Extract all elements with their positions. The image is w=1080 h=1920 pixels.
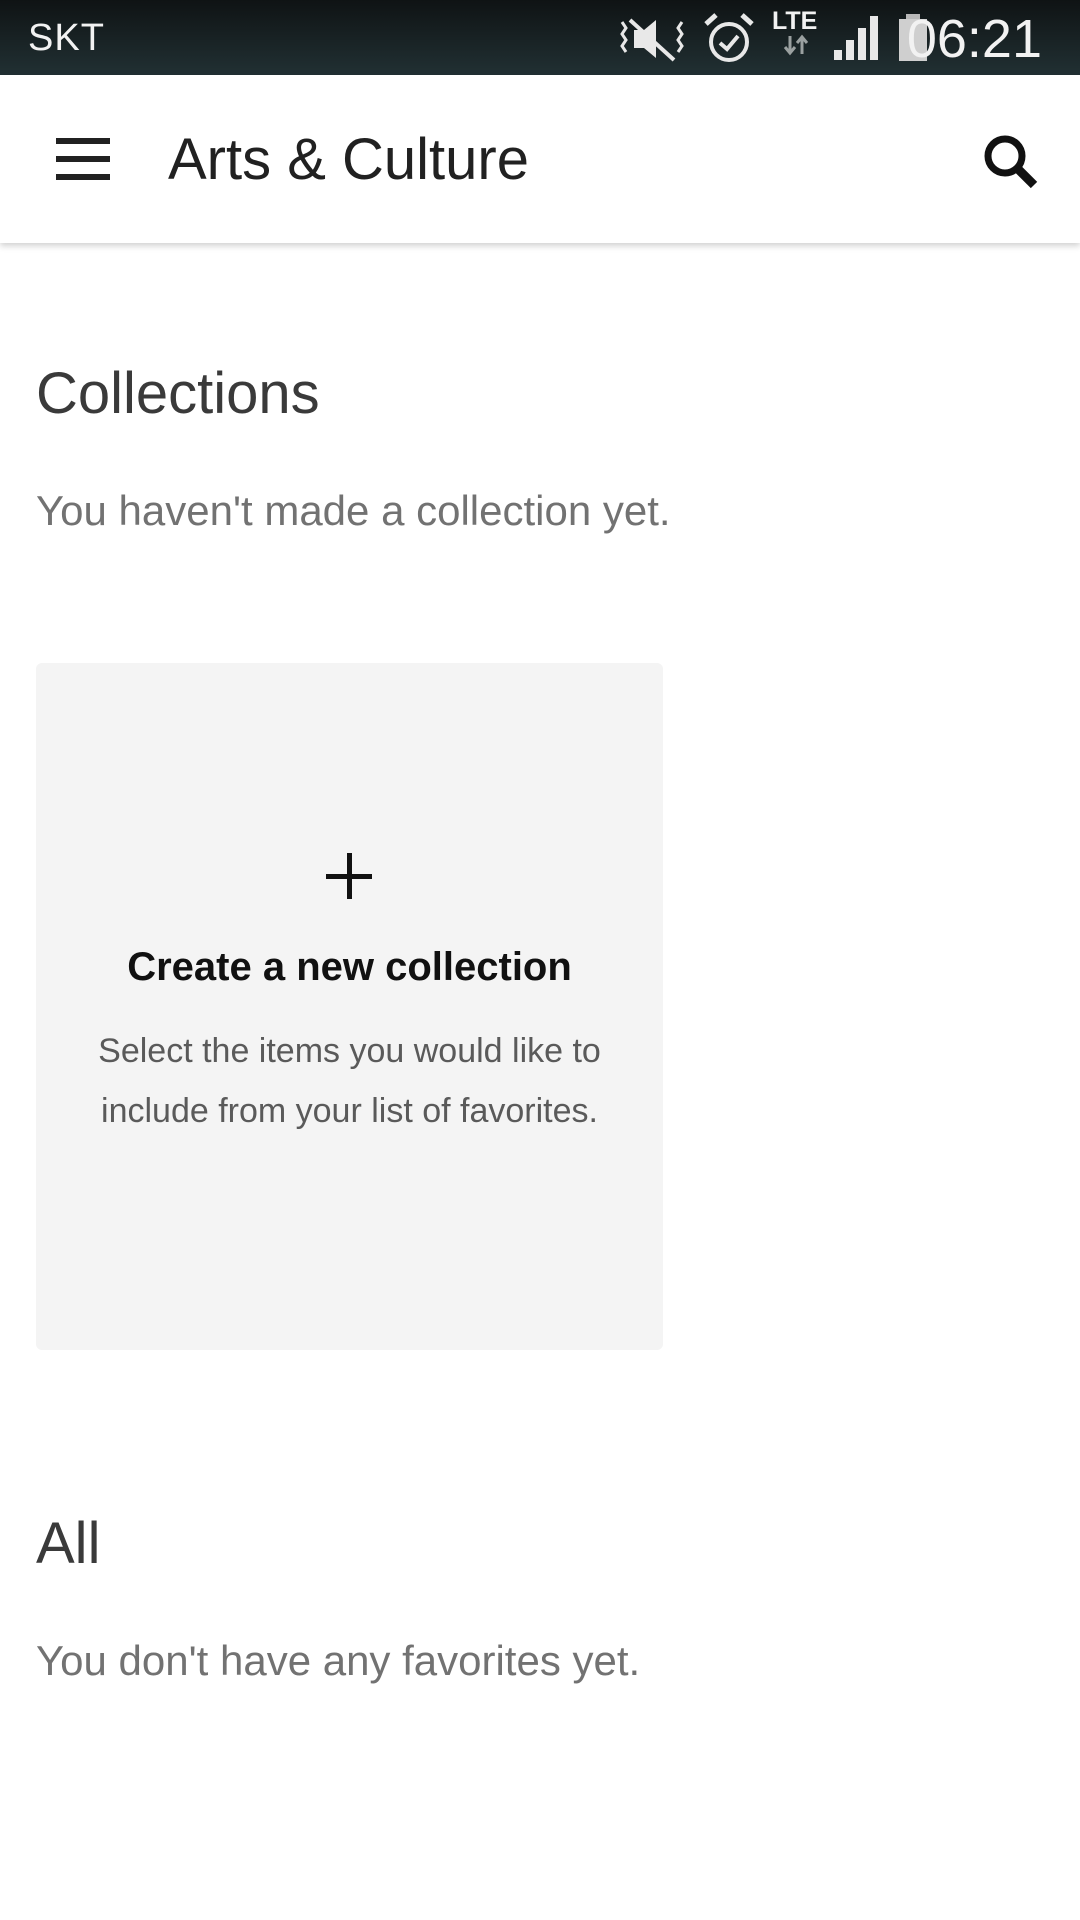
status-bar: SKT LTE 06:21 (0, 0, 1080, 75)
create-collection-title: Create a new collection (127, 945, 572, 989)
all-heading: All (36, 1511, 101, 1576)
network-type: LTE (772, 7, 818, 35)
signal-icon (834, 16, 878, 60)
collections-heading: Collections (36, 361, 320, 426)
carrier-label: SKT (28, 17, 105, 59)
all-empty-text: You don't have any favorites yet. (36, 1637, 641, 1684)
plus-icon (326, 853, 372, 899)
create-collection-card[interactable]: Create a new collection Select the items… (36, 663, 663, 1350)
app-bar: Arts & Culture (0, 75, 1080, 243)
alarm-icon (704, 13, 754, 62)
search-icon[interactable] (972, 123, 1052, 203)
menu-line (56, 138, 110, 144)
data-arrows-icon (783, 34, 809, 56)
status-icons: LTE 06:21 (560, 0, 1080, 75)
menu-line (56, 174, 110, 180)
app-title: Arts & Culture (168, 127, 529, 192)
mute-icon (620, 18, 684, 62)
collections-empty-text: You haven't made a collection yet. (36, 487, 671, 534)
lte-icon: LTE (772, 8, 820, 61)
status-clock: 06:21 (906, 9, 1042, 69)
hamburger-menu-icon[interactable] (40, 119, 130, 199)
create-collection-description: Select the items you would like to inclu… (98, 1032, 601, 1130)
menu-line (56, 156, 110, 162)
